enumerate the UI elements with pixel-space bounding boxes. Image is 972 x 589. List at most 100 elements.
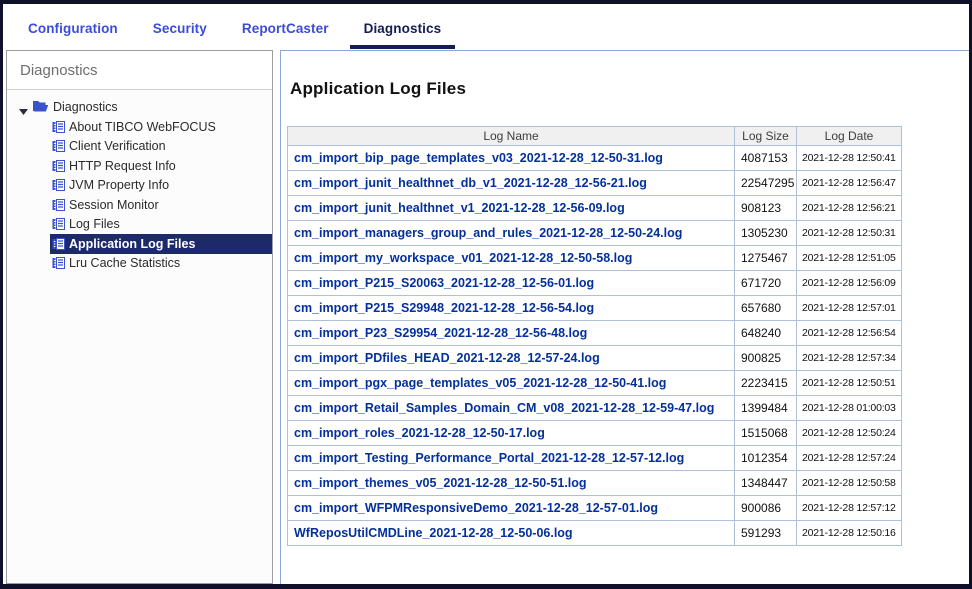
log-file-link[interactable]: cm_import_Retail_Samples_Domain_CM_v08_2… xyxy=(294,401,714,415)
report-page-icon xyxy=(52,179,65,191)
log-name-cell: WfReposUtilCMDLine_2021-12-28_12-50-06.l… xyxy=(288,521,735,546)
log-name-cell: cm_import_Testing_Performance_Portal_202… xyxy=(288,446,735,471)
log-file-link[interactable]: cm_import_PDfiles_HEAD_2021-12-28_12-57-… xyxy=(294,351,600,365)
column-header-log-size: Log Size xyxy=(735,127,797,146)
log-name-cell: cm_import_managers_group_and_rules_2021-… xyxy=(288,221,735,246)
top-tab-bar: ConfigurationSecurityReportCasterDiagnos… xyxy=(3,4,969,49)
log-name-cell: cm_import_junit_healthnet_v1_2021-12-28_… xyxy=(288,196,735,221)
log-size-cell: 900825 xyxy=(735,346,797,371)
table-row: cm_import_Testing_Performance_Portal_202… xyxy=(288,446,902,471)
log-date-cell: 2021-12-28 12:57:12 xyxy=(797,496,902,521)
log-name-cell: cm_import_themes_v05_2021-12-28_12-50-51… xyxy=(288,471,735,496)
table-row: cm_import_PDfiles_HEAD_2021-12-28_12-57-… xyxy=(288,346,902,371)
sidebar-item-about-tibco-webfocus[interactable]: About TIBCO WebFOCUS xyxy=(7,117,272,137)
column-header-log-date: Log Date xyxy=(797,127,902,146)
table-row: cm_import_pgx_page_templates_v05_2021-12… xyxy=(288,371,902,396)
report-page-icon xyxy=(52,160,65,172)
sidebar-title: Diagnostics xyxy=(7,51,272,90)
tree-root-label: Diagnostics xyxy=(53,100,118,114)
log-name-cell: cm_import_PDfiles_HEAD_2021-12-28_12-57-… xyxy=(288,346,735,371)
log-file-link[interactable]: cm_import_WFPMResponsiveDemo_2021-12-28_… xyxy=(294,501,658,515)
log-files-table: Log NameLog SizeLog Date cm_import_bip_p… xyxy=(287,126,902,546)
log-file-link[interactable]: cm_import_P215_S29948_2021-12-28_12-56-5… xyxy=(294,301,594,315)
log-size-cell: 1305230 xyxy=(735,221,797,246)
log-file-link[interactable]: cm_import_pgx_page_templates_v05_2021-12… xyxy=(294,376,666,390)
chevron-down-icon[interactable] xyxy=(19,104,28,110)
sidebar-item-log-files[interactable]: Log Files xyxy=(7,215,272,235)
log-name-cell: cm_import_P23_S29954_2021-12-28_12-56-48… xyxy=(288,321,735,346)
log-date-cell: 2021-12-28 12:56:54 xyxy=(797,321,902,346)
table-row: cm_import_WFPMResponsiveDemo_2021-12-28_… xyxy=(288,496,902,521)
log-file-link[interactable]: cm_import_Testing_Performance_Portal_202… xyxy=(294,451,684,465)
table-row: cm_import_P215_S20063_2021-12-28_12-56-0… xyxy=(288,271,902,296)
log-name-cell: cm_import_bip_page_templates_v03_2021-12… xyxy=(288,146,735,171)
tab-reportcaster[interactable]: ReportCaster xyxy=(228,9,343,49)
log-size-cell: 908123 xyxy=(735,196,797,221)
sidebar-item-lru-cache-statistics[interactable]: Lru Cache Statistics xyxy=(7,254,272,274)
log-size-cell: 591293 xyxy=(735,521,797,546)
tree-item-content: Client Verification xyxy=(50,137,272,157)
report-page-icon xyxy=(52,218,65,230)
log-file-link[interactable]: cm_import_themes_v05_2021-12-28_12-50-51… xyxy=(294,476,587,490)
page-title: Application Log Files xyxy=(290,79,969,99)
log-file-link[interactable]: cm_import_bip_page_templates_v03_2021-12… xyxy=(294,151,663,165)
log-file-link[interactable]: WfReposUtilCMDLine_2021-12-28_12-50-06.l… xyxy=(294,526,573,540)
table-row: WfReposUtilCMDLine_2021-12-28_12-50-06.l… xyxy=(288,521,902,546)
tab-security[interactable]: Security xyxy=(139,9,221,49)
tree-item-label: About TIBCO WebFOCUS xyxy=(69,120,216,134)
log-date-cell: 2021-12-28 12:50:41 xyxy=(797,146,902,171)
log-date-cell: 2021-12-28 12:50:51 xyxy=(797,371,902,396)
tab-configuration[interactable]: Configuration xyxy=(14,9,132,49)
log-size-cell: 2223415 xyxy=(735,371,797,396)
log-date-cell: 2021-12-28 12:57:34 xyxy=(797,346,902,371)
log-size-cell: 671720 xyxy=(735,271,797,296)
log-size-cell: 1515068 xyxy=(735,421,797,446)
log-size-cell: 1348447 xyxy=(735,471,797,496)
log-date-cell: 2021-12-28 12:50:58 xyxy=(797,471,902,496)
table-row: cm_import_P23_S29954_2021-12-28_12-56-48… xyxy=(288,321,902,346)
table-row: cm_import_junit_healthnet_db_v1_2021-12-… xyxy=(288,171,902,196)
log-file-link[interactable]: cm_import_junit_healthnet_db_v1_2021-12-… xyxy=(294,176,647,190)
tree-item-content: HTTP Request Info xyxy=(50,156,272,176)
sidebar-item-session-monitor[interactable]: Session Monitor xyxy=(7,195,272,215)
log-file-link[interactable]: cm_import_P215_S20063_2021-12-28_12-56-0… xyxy=(294,276,594,290)
tree-item-label: JVM Property Info xyxy=(69,178,169,192)
log-date-cell: 2021-12-28 12:51:05 xyxy=(797,246,902,271)
tree-item-label: Session Monitor xyxy=(69,198,159,212)
table-header-row: Log NameLog SizeLog Date xyxy=(288,127,902,146)
log-name-cell: cm_import_junit_healthnet_db_v1_2021-12-… xyxy=(288,171,735,196)
column-header-log-name: Log Name xyxy=(288,127,735,146)
log-file-link[interactable]: cm_import_roles_2021-12-28_12-50-17.log xyxy=(294,426,545,440)
tree-item-label: Lru Cache Statistics xyxy=(69,256,180,270)
tree-item-label: Log Files xyxy=(69,217,120,231)
log-file-link[interactable]: cm_import_my_workspace_v01_2021-12-28_12… xyxy=(294,251,632,265)
tree-item-content: Application Log Files xyxy=(50,234,272,254)
sidebar-item-http-request-info[interactable]: HTTP Request Info xyxy=(7,156,272,176)
main-panel: Application Log Files Log NameLog SizeLo… xyxy=(280,50,969,584)
log-name-cell: cm_import_P215_S29948_2021-12-28_12-56-5… xyxy=(288,296,735,321)
tree-item-label: Application Log Files xyxy=(69,237,195,251)
log-file-link[interactable]: cm_import_P23_S29954_2021-12-28_12-56-48… xyxy=(294,326,587,340)
tree-root-diagnostics[interactable]: Diagnostics xyxy=(7,97,272,117)
log-name-cell: cm_import_P215_S20063_2021-12-28_12-56-0… xyxy=(288,271,735,296)
report-page-icon xyxy=(52,257,65,269)
log-size-cell: 1012354 xyxy=(735,446,797,471)
sidebar-item-jvm-property-info[interactable]: JVM Property Info xyxy=(7,176,272,196)
log-size-cell: 900086 xyxy=(735,496,797,521)
log-size-cell: 1399484 xyxy=(735,396,797,421)
diagnostics-tree: Diagnostics About TIBCO WebFOCUS Client V… xyxy=(7,90,272,273)
log-size-cell: 648240 xyxy=(735,321,797,346)
sidebar-item-client-verification[interactable]: Client Verification xyxy=(7,137,272,157)
log-date-cell: 2021-12-28 12:50:16 xyxy=(797,521,902,546)
log-size-cell: 4087153 xyxy=(735,146,797,171)
tab-diagnostics[interactable]: Diagnostics xyxy=(350,9,456,49)
table-row: cm_import_my_workspace_v01_2021-12-28_12… xyxy=(288,246,902,271)
tree-item-label: HTTP Request Info xyxy=(69,159,176,173)
log-file-link[interactable]: cm_import_managers_group_and_rules_2021-… xyxy=(294,226,682,240)
table-row: cm_import_junit_healthnet_v1_2021-12-28_… xyxy=(288,196,902,221)
table-row: cm_import_managers_group_and_rules_2021-… xyxy=(288,221,902,246)
diagnostics-sidebar: Diagnostics Diagnostics About TIBCO WebF… xyxy=(6,50,273,584)
sidebar-item-application-log-files[interactable]: Application Log Files xyxy=(7,234,272,254)
report-page-icon xyxy=(52,238,65,250)
log-file-link[interactable]: cm_import_junit_healthnet_v1_2021-12-28_… xyxy=(294,201,625,215)
